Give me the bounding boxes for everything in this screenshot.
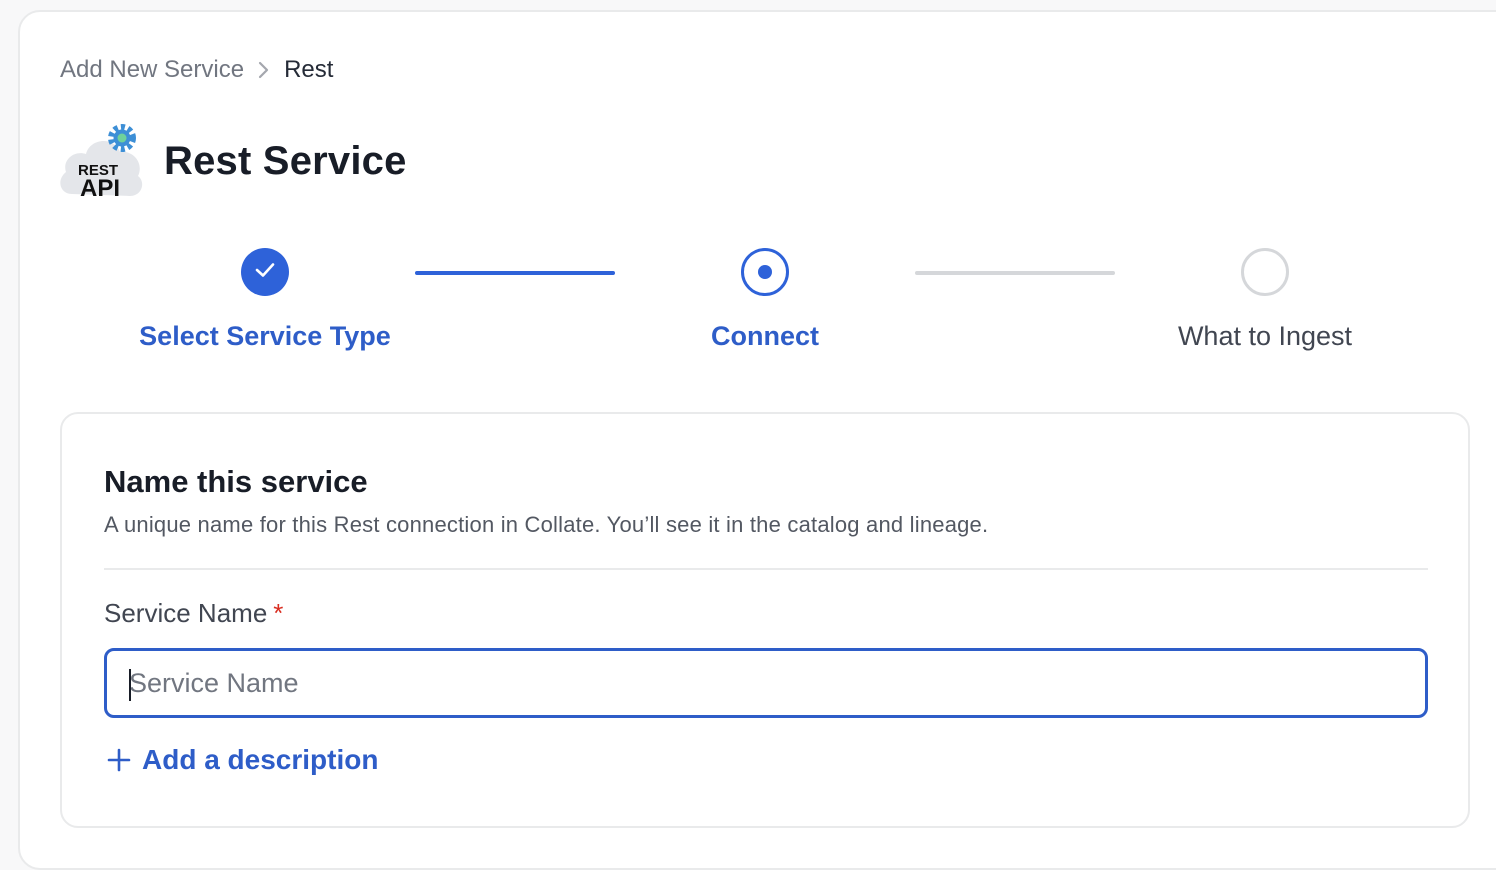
breadcrumb: Add New Service Rest: [60, 56, 333, 84]
breadcrumb-current: Rest: [284, 56, 334, 83]
breadcrumb-add-new-service[interactable]: Add New Service: [60, 56, 244, 84]
page-header: REST API Rest Service: [58, 120, 407, 202]
section-description: A unique name for this Rest connection i…: [104, 512, 989, 537]
divider: [104, 568, 1428, 570]
progress-stepper: Select Service Type Connect What to Inge…: [0, 244, 1496, 364]
section-title: Name this service: [104, 464, 368, 499]
step-label-what-to-ingest: What to Ingest: [1177, 321, 1353, 351]
text-cursor: [129, 669, 131, 701]
check-icon: [253, 260, 277, 285]
step-label-connect: Connect: [711, 321, 819, 351]
step-select-service-type-indicator: [241, 248, 289, 296]
required-marker: *: [273, 598, 284, 628]
plus-icon: [104, 745, 134, 775]
step-connector-1: [415, 271, 615, 275]
svg-text:API: API: [80, 175, 120, 202]
service-name-label-text: Service Name: [104, 598, 268, 628]
service-name-input[interactable]: [107, 651, 1425, 715]
add-description-label: Add a description: [142, 744, 379, 775]
service-name-label: Service Name *: [104, 598, 283, 629]
chevron-right-icon: [244, 60, 284, 80]
rest-api-cloud-icon: REST API: [58, 120, 144, 202]
active-dot: [758, 265, 772, 279]
service-name-card: Name this service A unique name for this…: [60, 412, 1470, 828]
step-connect-indicator: [741, 248, 789, 296]
page-title: Rest Service: [164, 138, 407, 183]
service-name-field[interactable]: [104, 648, 1428, 718]
step-label-select-service-type: Select Service Type: [139, 321, 391, 351]
step-what-to-ingest-indicator: [1241, 248, 1289, 296]
step-connector-2: [915, 271, 1115, 275]
add-description-button[interactable]: Add a description: [104, 744, 378, 776]
